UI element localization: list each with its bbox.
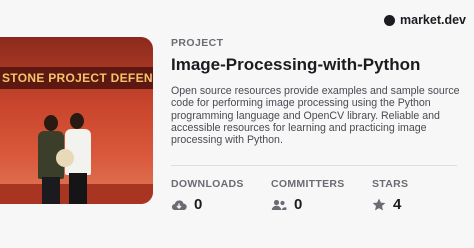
divider xyxy=(171,165,457,166)
stat-downloads-value: 0 xyxy=(194,196,203,213)
brand-link[interactable]: market.dev xyxy=(384,12,466,28)
people-icon xyxy=(271,199,287,211)
stat-committers-value: 0 xyxy=(294,196,303,213)
stat-stars-label: STARS xyxy=(372,178,409,190)
brand-name: market.dev xyxy=(400,13,467,27)
person-right-legs xyxy=(69,173,87,204)
project-kicker: PROJECT xyxy=(171,37,224,49)
stat-downloads: DOWNLOADS 0 xyxy=(171,178,244,213)
circle-logo-icon xyxy=(384,14,395,26)
stat-committers: COMMITTERS 0 xyxy=(271,178,345,213)
stat-downloads-label: DOWNLOADS xyxy=(171,178,244,190)
stat-stars: STARS 4 xyxy=(372,178,408,213)
photo-banner-text: STONE PROJECT DEFEN xyxy=(0,67,153,89)
star-icon xyxy=(372,198,386,211)
project-description: Open source resources provide examples a… xyxy=(171,85,460,147)
person-right-head xyxy=(70,113,84,129)
stat-stars-value: 4 xyxy=(393,196,402,213)
flower-bouquet xyxy=(56,149,74,167)
photo-subtext-decoration xyxy=(4,95,149,113)
person-left-head xyxy=(44,115,58,131)
stat-committers-label: COMMITTERS xyxy=(271,178,345,190)
project-photo: STONE PROJECT DEFEN xyxy=(0,37,153,204)
project-title: Image-Processing-with-Python xyxy=(171,55,421,74)
person-left-legs xyxy=(42,177,60,204)
cloud-download-icon xyxy=(171,199,187,211)
